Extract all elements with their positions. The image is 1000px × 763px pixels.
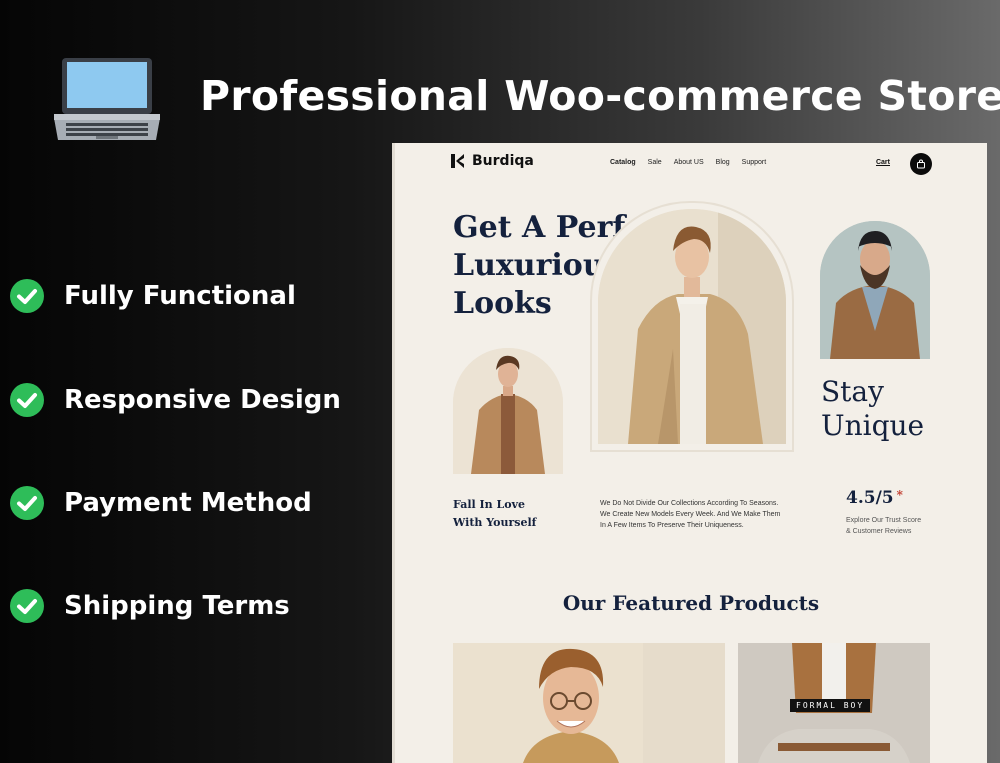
store-mockup: Burdiqa Catalog Sale About US Blog Suppo… (392, 143, 987, 763)
feature-item: Payment Method (10, 486, 312, 520)
rating-caption-line: Explore Our Trust Score (846, 517, 922, 524)
rating-caption: Explore Our Trust Score & Customer Revie… (846, 515, 921, 537)
stay-unique-heading: Stay Unique (821, 375, 924, 443)
featured-products-heading: Our Featured Products (562, 591, 820, 615)
feature-label: Shipping Terms (64, 591, 290, 621)
stay-line: Stay (821, 375, 884, 408)
nav-item-support[interactable]: Support (742, 159, 767, 166)
collection-description: We Do Not Divide Our Collections Accordi… (600, 498, 800, 531)
nav-item-sale[interactable]: Sale (648, 159, 662, 166)
hero-side-photo-right (820, 221, 930, 359)
tagline-line: Fall In Love (453, 498, 525, 511)
rating-value: 4.5/5 (846, 488, 894, 508)
banner-title: Professional Woo-commerce Store (200, 72, 1000, 120)
rating-star: * (896, 488, 903, 502)
shopping-bag-icon (917, 159, 925, 169)
brand-logo[interactable]: Burdiqa (450, 153, 534, 169)
nav-item-about[interactable]: About US (674, 159, 704, 166)
description-line: In A Few Items To Preserve Their Uniquen… (600, 522, 744, 529)
check-circle-icon (10, 486, 44, 520)
check-circle-icon (10, 589, 44, 623)
tagline: Fall In Love With Yourself (453, 496, 536, 532)
check-circle-icon (10, 279, 44, 313)
nav-menu: Catalog Sale About US Blog Support (610, 159, 766, 166)
tagline-line: With Yourself (453, 516, 537, 529)
brand-mark-icon (451, 154, 464, 168)
description-line: We Create New Models Every Week. And We … (600, 511, 781, 518)
nav-item-blog[interactable]: Blog (716, 159, 730, 166)
feature-label: Responsive Design (64, 385, 341, 415)
rating-caption-line: & Customer Reviews (846, 528, 912, 535)
description-line: We Do Not Divide Our Collections Accordi… (600, 500, 779, 507)
trust-rating: 4.5/5 * (846, 488, 903, 508)
cart-button[interactable] (910, 153, 932, 175)
feature-item: Responsive Design (10, 383, 341, 417)
feature-label: Fully Functional (64, 281, 296, 311)
site-navbar: Burdiqa Catalog Sale About US Blog Suppo… (450, 153, 932, 177)
brand-name: Burdiqa (472, 153, 534, 169)
check-circle-icon (10, 383, 44, 417)
laptop-icon (52, 56, 162, 146)
feature-item: Fully Functional (10, 279, 296, 313)
hero-main-photo (590, 201, 794, 452)
feature-item: Shipping Terms (10, 589, 290, 623)
nav-item-catalog[interactable]: Catalog (610, 159, 636, 166)
cart-link[interactable]: Cart (876, 159, 890, 166)
product-badge: FORMAL BOY (790, 699, 871, 712)
hero-side-photo-left (453, 348, 563, 474)
stay-line: Unique (821, 409, 925, 442)
feature-label: Payment Method (64, 488, 312, 518)
product-card-image[interactable] (453, 643, 725, 763)
